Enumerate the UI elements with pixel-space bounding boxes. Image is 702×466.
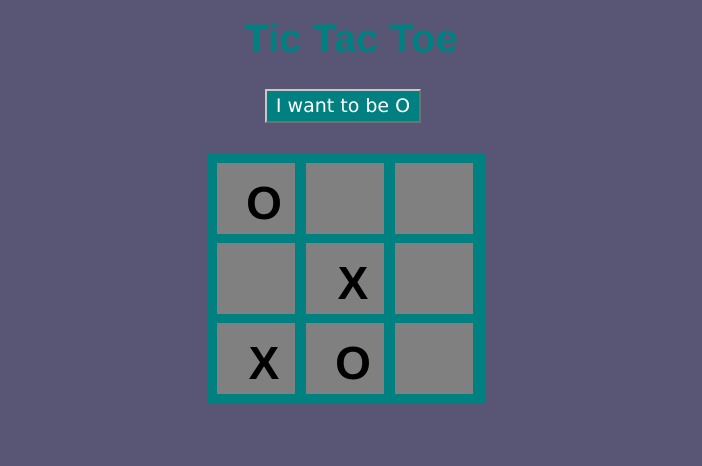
- board-cell-r3c3[interactable]: [395, 323, 473, 394]
- cell-mark: [426, 226, 442, 234]
- board-cell-r1c3[interactable]: [395, 163, 473, 234]
- board-cell-r1c1[interactable]: O: [217, 163, 295, 234]
- cell-mark: X: [248, 337, 280, 389]
- board-cell-r3c1[interactable]: X: [217, 323, 295, 394]
- board-cell-r1c2[interactable]: [306, 163, 384, 234]
- cell-mark: O: [335, 337, 371, 389]
- cell-mark: [426, 386, 442, 394]
- board-cell-r3c2[interactable]: O: [306, 323, 384, 394]
- page-title: Tic Tac Toe: [244, 17, 458, 61]
- game-board: O X X O: [207, 153, 485, 404]
- cell-mark: [337, 226, 353, 234]
- board-cell-r2c3[interactable]: [395, 243, 473, 314]
- cell-mark: O: [246, 177, 282, 229]
- board-cell-r2c2[interactable]: X: [306, 243, 384, 314]
- cell-mark: [248, 306, 264, 314]
- cell-mark: X: [337, 257, 369, 309]
- board-cell-r2c1[interactable]: [217, 243, 295, 314]
- cell-mark: [426, 306, 442, 314]
- choose-o-button[interactable]: I want to be O: [265, 89, 421, 123]
